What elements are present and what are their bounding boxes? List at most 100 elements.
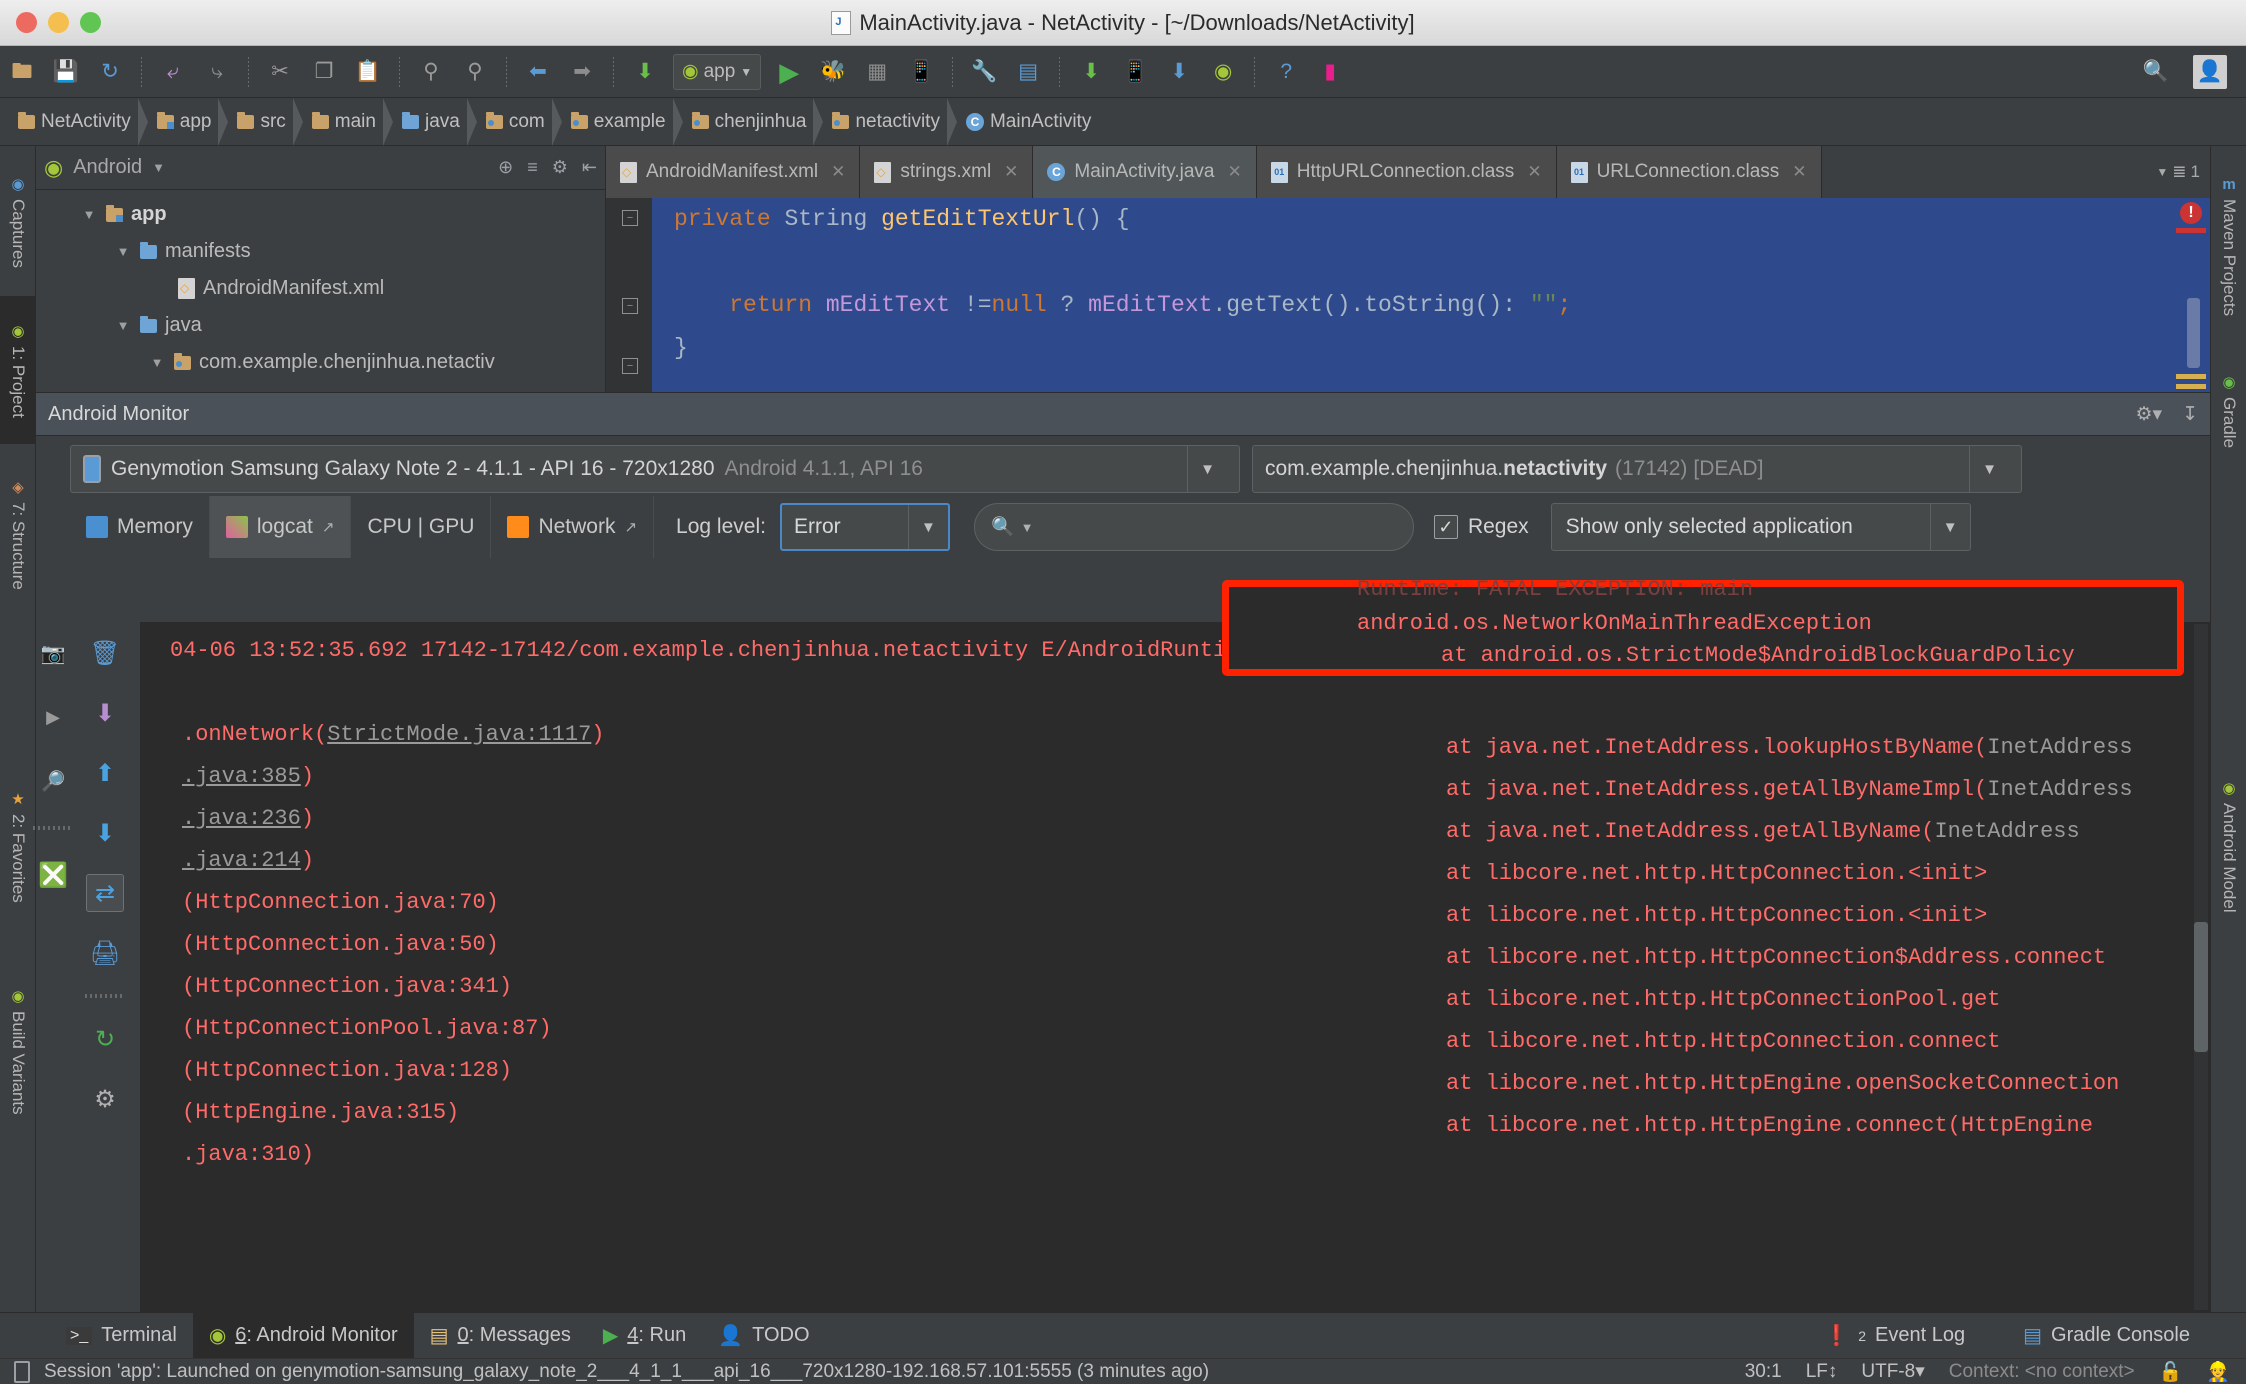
close-icon[interactable]: ✕: [831, 162, 845, 182]
run-configuration-selector[interactable]: ◉ app ▼: [673, 53, 762, 90]
line-separator[interactable]: LF↕: [1806, 1361, 1838, 1383]
regex-checkbox[interactable]: ✓: [1433, 515, 1458, 539]
layout-inspector-icon[interactable]: ▮: [1313, 55, 1347, 89]
device-selector[interactable]: Genymotion Samsung Galaxy Note 2 - 4.1.1…: [70, 445, 1240, 493]
lock-icon[interactable]: 🔓: [2159, 1360, 2183, 1384]
float-window-icon[interactable]: ↗: [624, 518, 637, 536]
tab-network[interactable]: Network ↗: [491, 496, 655, 558]
user-account-icon[interactable]: 👤: [2193, 54, 2227, 89]
avd-download-icon[interactable]: ⬇: [1162, 55, 1196, 89]
sync-gradle-icon[interactable]: ⬇: [628, 55, 662, 89]
logcat-search-input[interactable]: 🔍 ▼: [973, 503, 1414, 551]
regex-toggle[interactable]: ✓ Regex: [1433, 515, 1529, 539]
tab-androidmanifest-xml[interactable]: AndroidManifest.xml ✕: [606, 146, 861, 198]
android-device-icon[interactable]: ◉: [1206, 55, 1240, 89]
tab-overflow-control[interactable]: ▼ ≣ 1: [2146, 146, 2210, 198]
tab-strings-xml[interactable]: strings.xml ✕: [860, 146, 1034, 198]
caret-position[interactable]: 30:1: [1745, 1361, 1782, 1383]
editor-scrollbar-thumb[interactable]: [2187, 298, 2200, 368]
bottom-item-messages[interactable]: ▤ 0: Messages: [414, 1313, 587, 1359]
breadcrumb-item-java[interactable]: java: [392, 97, 477, 146]
breadcrumb-item-main[interactable]: main: [302, 97, 394, 146]
sidebar-item-structure[interactable]: ◈ 7: Structure: [0, 446, 36, 621]
run-button[interactable]: ▶: [772, 55, 806, 89]
bottom-item-terminal[interactable]: >_ Terminal: [50, 1313, 193, 1359]
sidebar-item-captures[interactable]: ◉ Captures: [0, 146, 36, 296]
fold-marker[interactable]: −: [622, 298, 638, 314]
save-all-icon[interactable]: 💾: [49, 55, 83, 89]
restart-icon[interactable]: ↻: [86, 1020, 124, 1058]
close-icon[interactable]: ✕: [1228, 162, 1242, 182]
screenshot-camera-icon[interactable]: 📷: [34, 634, 72, 672]
sidebar-item-android-model[interactable]: ◉ Android Model: [2211, 746, 2246, 946]
clear-logcat-icon[interactable]: 🗑: [86, 634, 124, 672]
encoding-selector[interactable]: UTF-8▾: [1861, 1360, 1924, 1383]
bottom-item-run[interactable]: ▶ 4: Run: [587, 1313, 702, 1359]
bottom-item-android-monitor[interactable]: ◉ 6: Android Monitor: [192, 1312, 414, 1359]
context-indicator[interactable]: Context: <no context>: [1949, 1361, 2135, 1383]
warning-marker[interactable]: [2176, 374, 2206, 379]
debug-button[interactable]: 🐝: [816, 55, 850, 89]
settings-gear-icon[interactable]: ⚙: [552, 157, 568, 178]
target-icon[interactable]: ⊕: [498, 157, 513, 178]
chevron-down-icon[interactable]: ▼: [80, 207, 98, 222]
tab-urlconnection-class[interactable]: 01 URLConnection.class ✕: [1556, 146, 1822, 198]
gradle-sync-icon[interactable]: ⬇: [1074, 55, 1108, 89]
breadcrumb-item-app[interactable]: app: [147, 97, 229, 146]
breadcrumb-item-netactivity[interactable]: NetActivity: [8, 97, 148, 146]
sidebar-item-favorites[interactable]: ★ 2: Favorites: [0, 756, 36, 936]
chevron-down-icon[interactable]: ▼: [114, 244, 132, 259]
sidebar-item-build-variants[interactable]: ◉ Build Variants: [0, 951, 36, 1151]
print-icon[interactable]: 🖨: [86, 934, 124, 972]
down-stacktrace-icon[interactable]: ⬇: [86, 814, 124, 852]
open-folder-icon[interactable]: 🖿: [5, 55, 39, 89]
tree-node-androidmanifest[interactable]: AndroidManifest.xml: [36, 270, 605, 307]
breadcrumb-item-mainactivity[interactable]: C MainActivity: [956, 98, 1107, 146]
navigate-back-icon[interactable]: ⬅: [521, 55, 555, 89]
chevron-down-icon[interactable]: ▼: [152, 160, 165, 175]
chevron-down-icon[interactable]: ▼: [907, 505, 948, 549]
chevron-down-icon[interactable]: ▼: [1021, 520, 1034, 535]
chevron-down-icon[interactable]: ▼: [148, 355, 166, 370]
terminate-app-icon[interactable]: ❎: [34, 856, 72, 894]
find-icon[interactable]: ⚲: [414, 55, 448, 89]
scroll-to-end-icon[interactable]: ⬇: [86, 694, 124, 732]
layout-inspector-icon[interactable]: 🔎: [34, 762, 72, 800]
editor-error-stripe[interactable]: !: [2160, 198, 2210, 392]
device-monitor-icon[interactable]: 📱: [1118, 55, 1152, 89]
chevron-down-icon[interactable]: ▼: [114, 318, 132, 333]
sync-icon[interactable]: ↻: [93, 55, 127, 89]
soft-wrap-icon[interactable]: ⇄: [86, 874, 124, 912]
redo-icon[interactable]: ⤷: [200, 55, 234, 89]
navigate-forward-icon[interactable]: ➡: [565, 55, 599, 89]
coverage-icon[interactable]: ▦: [860, 55, 894, 89]
project-view-selector[interactable]: Android: [73, 156, 142, 179]
undo-icon[interactable]: ⤶: [156, 55, 190, 89]
logcat-settings-gear-icon[interactable]: ⚙: [86, 1080, 124, 1118]
sidebar-item-project[interactable]: ◉ 1: Project: [0, 296, 36, 444]
logcat-output[interactable]: 04-06 13:52:35.692 17142-17142/com.examp…: [140, 622, 2210, 1312]
code-text[interactable]: private String getEditTextUrl() { return…: [652, 198, 2160, 447]
sdk-manager-icon[interactable]: 🔧: [967, 55, 1001, 89]
stacktrace-link[interactable]: StrictMode.java:1117: [327, 722, 591, 747]
close-icon[interactable]: ✕: [1792, 162, 1806, 182]
breadcrumb-item-netactivity-pkg[interactable]: netactivity: [822, 97, 958, 146]
paste-icon[interactable]: 📋: [351, 55, 385, 89]
screen-record-icon[interactable]: ▶: [34, 698, 72, 736]
tree-node-package[interactable]: ▼ com.example.chenjinhua.netactiv: [36, 344, 605, 381]
tab-logcat[interactable]: logcat ↗: [209, 496, 352, 558]
avd-manager-icon[interactable]: ▤: [1011, 55, 1045, 89]
error-marker[interactable]: [2176, 228, 2206, 233]
collapse-all-icon[interactable]: ≡: [527, 157, 538, 178]
stacktrace-link[interactable]: .java:214: [182, 848, 301, 873]
bottom-item-gradle-console[interactable]: ▤ Gradle Console: [2007, 1313, 2206, 1359]
tree-node-manifests[interactable]: ▼ manifests: [36, 233, 605, 270]
breadcrumb-item-chenjinhua[interactable]: chenjinhua: [682, 97, 824, 146]
tree-node-java[interactable]: ▼ java: [36, 307, 605, 344]
hide-panel-icon[interactable]: ↧: [2182, 403, 2198, 426]
breadcrumb-item-com[interactable]: com: [476, 97, 562, 146]
bottom-item-todo[interactable]: 👤 TODO: [702, 1313, 825, 1359]
tab-httpurlconnection-class[interactable]: 01 HttpURLConnection.class ✕: [1256, 146, 1557, 198]
logcat-filter-selector[interactable]: Show only selected application ▼: [1550, 503, 1971, 551]
up-stacktrace-icon[interactable]: ⬆: [86, 754, 124, 792]
